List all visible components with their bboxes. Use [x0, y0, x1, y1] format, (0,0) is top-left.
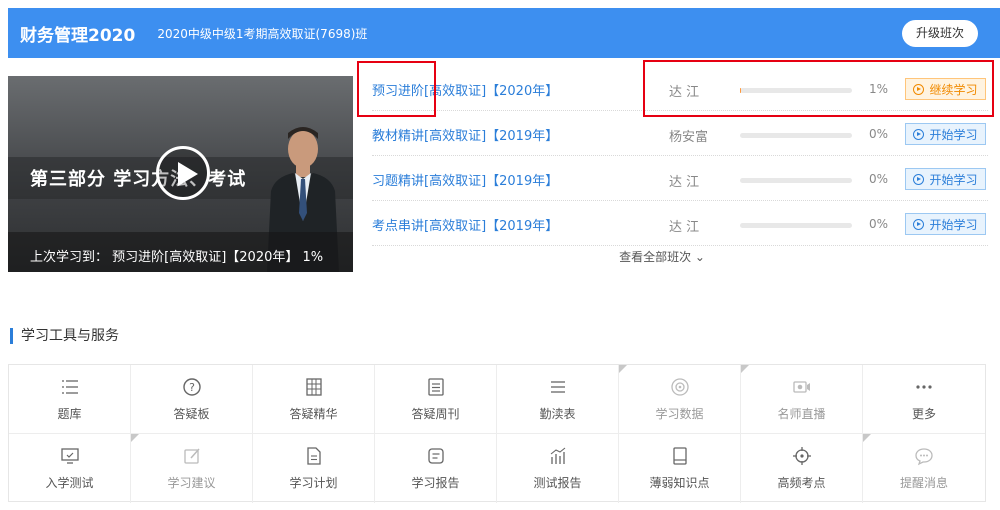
tool-test-report[interactable]: 测试报告: [497, 434, 619, 503]
upgrade-class-button[interactable]: 升级班次: [902, 20, 978, 47]
corner-mark: [863, 434, 871, 442]
menu-icon: [550, 380, 565, 393]
tool-frequent-points[interactable]: 高频考点: [741, 434, 863, 503]
tool-study-report[interactable]: 学习报告: [375, 434, 497, 503]
course-progress-bar: [740, 133, 852, 138]
tool-more[interactable]: 更多: [863, 365, 985, 434]
tool-label: 学习建议: [167, 476, 216, 490]
corner-mark: [131, 434, 139, 442]
message-icon: [915, 448, 933, 466]
tool-label: 勤渎表: [539, 406, 576, 421]
tool-question-bank[interactable]: 题库: [9, 365, 131, 434]
course-progress-bar: [740, 223, 852, 228]
tool-label: 提醒消息: [899, 476, 948, 490]
tool-label: 更多: [911, 406, 936, 421]
subject-title: 财务管理2020: [20, 25, 136, 46]
button-label: 开始学习: [929, 127, 978, 142]
corner-mark: [741, 365, 749, 373]
tool-qa-weekly[interactable]: 答疑周刊: [375, 365, 497, 434]
tool-label: 入学测试: [45, 476, 94, 490]
tool-attendance[interactable]: 勤渎表: [497, 365, 619, 434]
tools-grid: 题库 ? 答疑板 答疑精华 答疑周刊 勤渎表 学习数据 名师直播 更多 入学测试…: [8, 364, 986, 503]
button-label: 开始学习: [929, 217, 978, 232]
tool-qa-essence[interactable]: 答疑精华: [253, 365, 375, 434]
edit-icon: [183, 448, 200, 464]
report-icon: [427, 448, 444, 464]
tool-study-plan[interactable]: 学习计划: [253, 434, 375, 503]
video-player[interactable]: 第三部分 学习方法、考试 上次学习到： 预习进阶[高效取证]【2020年】 1%: [8, 76, 353, 272]
start-study-button[interactable]: 开始学习: [905, 168, 986, 190]
course-name-link[interactable]: 考点串讲[高效取证]【2019年】: [372, 215, 558, 234]
tool-study-advice[interactable]: 学习建议: [131, 434, 253, 503]
book-icon: [672, 447, 687, 465]
corner-mark: [619, 365, 627, 373]
course-row: 教材精讲[高效取证]【2019年】 杨安富 0% 开始学习: [372, 111, 988, 156]
monitor-icon: [60, 448, 79, 464]
course-teacher: 达 江: [669, 175, 700, 190]
view-all-classes-link[interactable]: 查看全部班次 ⌄: [372, 248, 952, 265]
svg-text:?: ?: [189, 381, 195, 394]
course-row: 习题精讲[高效取证]【2019年】 达 江 0% 开始学习: [372, 156, 988, 201]
header-bar: 财务管理2020 2020中级中级1考期高效取证(7698)班 升级班次: [8, 8, 1000, 58]
course-teacher: 达 江: [669, 220, 700, 235]
start-study-button[interactable]: 开始学习: [905, 123, 986, 145]
tool-reminders[interactable]: 提醒消息: [863, 434, 985, 503]
tool-label: 学习数据: [655, 406, 704, 421]
crosshair-icon: [792, 447, 811, 465]
question-icon: ?: [182, 377, 201, 396]
tool-label: 高频考点: [777, 476, 826, 490]
course-name-link[interactable]: 习题精讲[高效取证]【2019年】: [372, 170, 558, 189]
class-name: 2020中级中级1考期高效取证(7698)班: [157, 26, 368, 41]
chart-icon: [550, 447, 565, 464]
doc-icon: [427, 377, 444, 396]
play-circle-icon: [913, 218, 925, 230]
tool-label: 测试报告: [533, 476, 582, 490]
target-icon: [670, 377, 689, 396]
highlight-box: [357, 61, 436, 117]
course-progress-percent: 0%: [869, 127, 889, 141]
tool-label: 答疑精华: [289, 406, 338, 421]
section-title: 学习工具与服务: [10, 328, 119, 344]
button-label: 开始学习: [929, 172, 978, 187]
tool-weak-points[interactable]: 薄弱知识点: [619, 434, 741, 503]
tool-qa-board[interactable]: ? 答疑板: [131, 365, 253, 434]
course-name-link[interactable]: 教材精讲[高效取证]【2019年】: [372, 125, 558, 144]
course-teacher: 杨安富: [669, 130, 709, 145]
last-study-text: 上次学习到： 预习进阶[高效取证]【2020年】 1%: [30, 250, 324, 265]
course-row: 考点串讲[高效取证]【2019年】 达 江 0% 开始学习: [372, 201, 988, 246]
tool-study-data[interactable]: 学习数据: [619, 365, 741, 434]
camera-icon: [792, 380, 810, 393]
start-study-button[interactable]: 开始学习: [905, 213, 986, 235]
play-circle-icon: [913, 173, 925, 185]
play-circle-icon: [913, 128, 925, 140]
play-icon[interactable]: [156, 146, 210, 200]
tool-entrance-test[interactable]: 入学测试: [9, 434, 131, 503]
course-progress-percent: 0%: [869, 217, 889, 231]
highlight-box: [643, 60, 994, 117]
tool-label: 名师直播: [777, 406, 826, 421]
page: { "header": { "title": "财务管理2020", "clas…: [0, 0, 1000, 510]
more-icon: [916, 384, 932, 389]
grid-book-icon: [305, 377, 322, 396]
file-icon: [306, 447, 321, 465]
tool-label: 答疑板: [173, 406, 210, 421]
list-icon: [61, 379, 78, 394]
course-progress-bar: [740, 178, 852, 183]
video-overlay-text: 第三部分 学习方法、考试: [30, 169, 247, 190]
tool-label: 薄弱知识点: [649, 476, 710, 490]
course-progress-percent: 0%: [869, 172, 889, 186]
tool-live-class[interactable]: 名师直播: [741, 365, 863, 434]
tool-label: 题库: [57, 406, 82, 421]
tool-label: 学习报告: [411, 476, 460, 490]
tool-label: 答疑周刊: [411, 406, 460, 421]
tool-label: 学习计划: [289, 476, 338, 490]
